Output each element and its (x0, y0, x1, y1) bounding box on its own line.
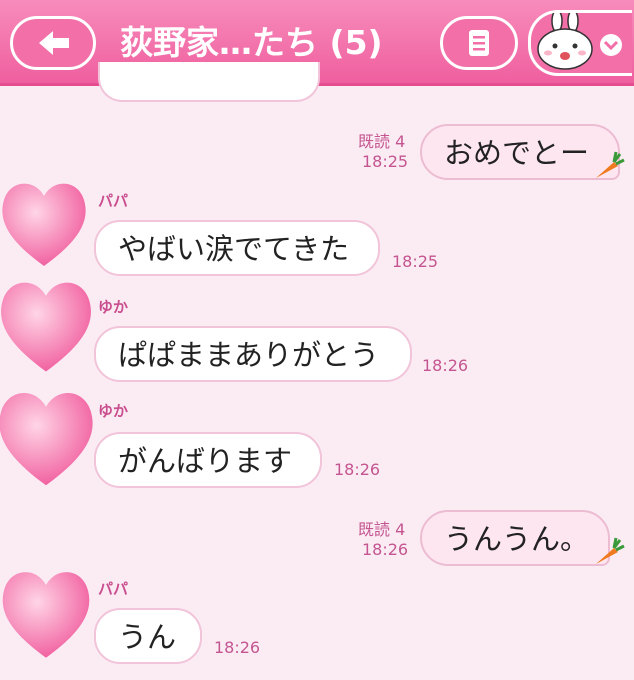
sticker-button[interactable] (528, 9, 632, 76)
message-time: 18:26 (422, 356, 469, 375)
heart-icon (0, 393, 93, 486)
carrot-icon (596, 537, 625, 564)
read-receipt: 既読 4 (358, 520, 406, 539)
menu-button[interactable] (440, 16, 518, 70)
incoming-message-bubble[interactable]: ぱぱままありがとう (94, 326, 412, 382)
message-text: うんうん。 (444, 522, 590, 556)
message-time: 18:26 (214, 638, 261, 657)
sender-name: パパ (98, 580, 129, 598)
message-time: 18:25 (392, 252, 439, 271)
heart-icon (2, 183, 86, 266)
incoming-message-bubble[interactable]: がんばります (94, 432, 322, 488)
partial-message-bubble (98, 62, 320, 102)
sender-name: パパ (98, 192, 129, 210)
message-text: ぱぱままありがとう (118, 338, 380, 372)
back-button[interactable] (10, 16, 96, 70)
message-time: 18:25 (362, 152, 409, 171)
sender-name: ゆか (98, 402, 129, 420)
incoming-message-bubble[interactable]: やばい涙でてきた (94, 220, 380, 276)
message-text: おめでとー (444, 136, 590, 170)
heart-icon (2, 572, 90, 658)
carrot-icon (596, 151, 625, 178)
message-time: 18:26 (362, 540, 409, 559)
chevron-down-icon (600, 34, 622, 56)
outgoing-message-bubble: おめでとー (420, 124, 620, 180)
message-time: 18:26 (334, 460, 381, 479)
read-receipt: 既読 4 (358, 132, 406, 151)
message-text: がんばります (118, 444, 293, 478)
heart-icon (1, 282, 91, 372)
sender-name: ゆか (98, 298, 129, 316)
outgoing-message-bubble: うんうん。 (420, 510, 610, 566)
incoming-message-bubble[interactable]: うん (94, 608, 202, 664)
message-text: うん (118, 620, 177, 654)
arrow-left-icon (39, 31, 69, 55)
chat-title[interactable]: 荻野家…たち (5) (120, 18, 383, 68)
list-icon (469, 30, 489, 56)
message-text: やばい涙でてきた (118, 232, 350, 266)
